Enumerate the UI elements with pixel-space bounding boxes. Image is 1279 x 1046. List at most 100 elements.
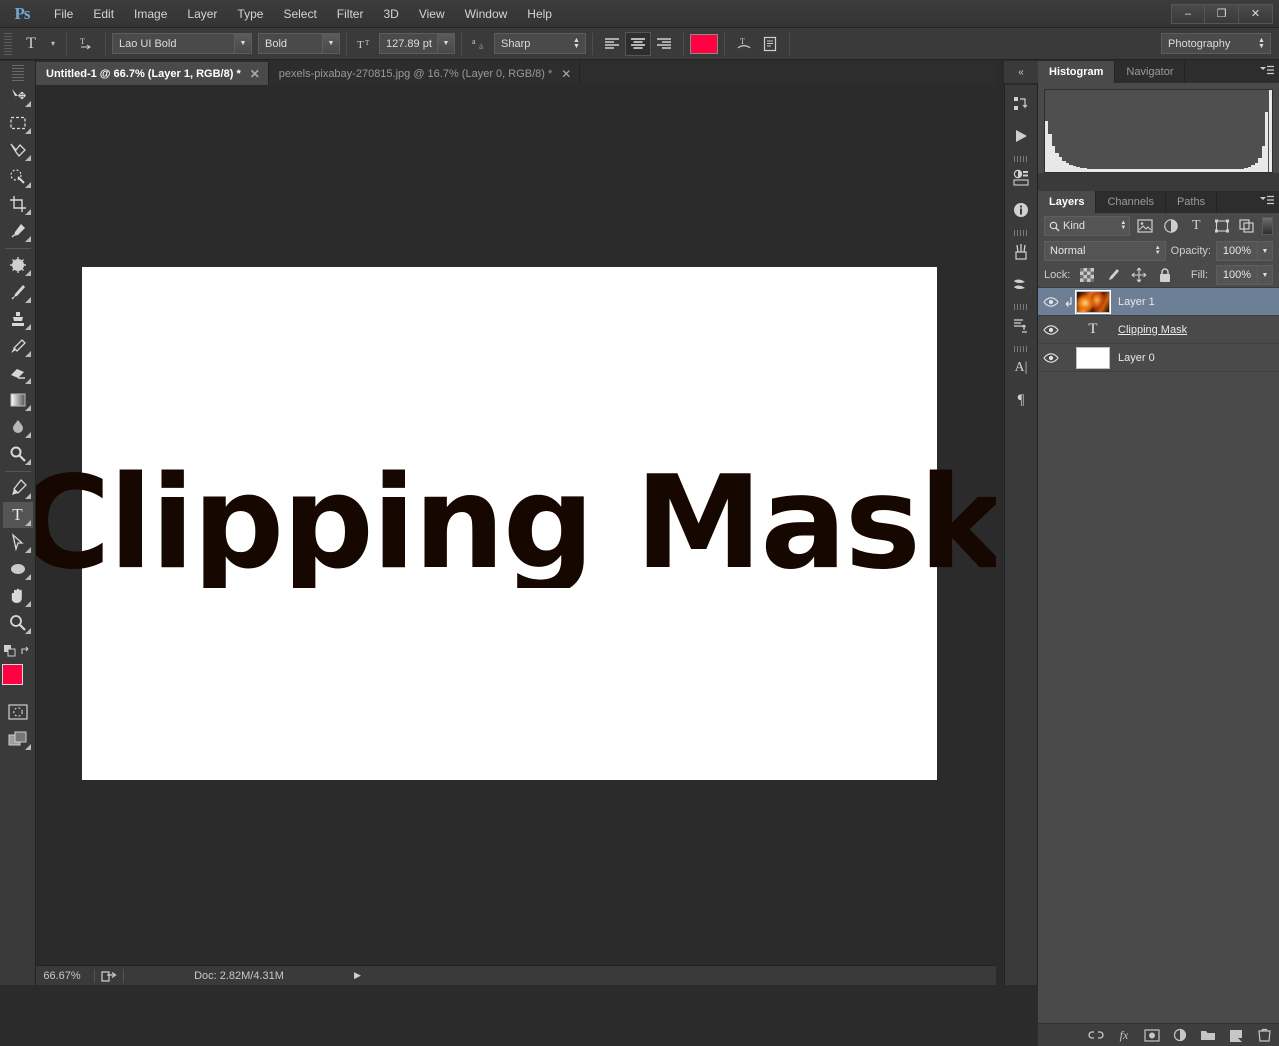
- move-tool[interactable]: [3, 83, 33, 109]
- clone-stamp-tool[interactable]: [3, 306, 33, 332]
- tool-flyout-icon[interactable]: [24, 297, 31, 303]
- tool-flyout-icon[interactable]: [24, 459, 31, 465]
- font-style-select[interactable]: Bold ▼: [258, 33, 340, 54]
- layer-filter-toggle[interactable]: [1262, 217, 1274, 235]
- blend-mode-spinner-icon[interactable]: ▲ ▼: [1155, 245, 1161, 256]
- table-row[interactable]: T Clipping Mask: [1038, 316, 1279, 344]
- text-orientation-icon[interactable]: T: [73, 32, 99, 56]
- layer-visibility-icon[interactable]: [1038, 324, 1064, 336]
- tool-flyout-icon[interactable]: [24, 547, 31, 553]
- blur-tool[interactable]: [3, 414, 33, 440]
- layer-filter-spinner-icon[interactable]: ▲ ▼: [1120, 220, 1126, 231]
- text-color-swatch[interactable]: [690, 33, 718, 54]
- table-row[interactable]: Layer 1: [1038, 288, 1279, 316]
- tool-flyout-icon[interactable]: [24, 405, 31, 411]
- horizontal-type-tool[interactable]: T: [2, 502, 33, 528]
- layers-panel-menu-icon[interactable]: [1260, 195, 1274, 206]
- align-left-button[interactable]: [599, 32, 625, 56]
- panel-collapse-button[interactable]: «: [1004, 61, 1038, 83]
- tool-flyout-icon[interactable]: [24, 155, 31, 161]
- layer-thumbnail[interactable]: [1076, 346, 1110, 369]
- tools-panel-grip[interactable]: [11, 65, 24, 81]
- layer-visibility-icon[interactable]: [1038, 296, 1064, 308]
- layer-style-icon[interactable]: fx: [1115, 1026, 1133, 1044]
- align-center-button[interactable]: [625, 31, 651, 56]
- menu-edit[interactable]: Edit: [83, 0, 124, 28]
- tab-paths[interactable]: Paths: [1165, 191, 1218, 213]
- tab-layers[interactable]: Layers: [1038, 191, 1097, 213]
- tool-flyout-icon[interactable]: [24, 236, 31, 242]
- blend-mode-select[interactable]: Normal ▲ ▼: [1044, 241, 1166, 261]
- layer-filter-kind-select[interactable]: Kind ▲ ▼: [1044, 216, 1131, 236]
- tool-flyout-icon[interactable]: [24, 209, 31, 215]
- layer-mask-icon[interactable]: [1143, 1026, 1161, 1044]
- pixel-filter-icon[interactable]: [1134, 216, 1156, 236]
- link-layers-icon[interactable]: [1087, 1026, 1105, 1044]
- layer-thumbnail-type-icon[interactable]: T: [1076, 319, 1110, 341]
- brush-presets-icon[interactable]: [1006, 269, 1036, 299]
- quick-mask-button[interactable]: [3, 699, 33, 725]
- font-size-chevron-down-icon[interactable]: ▼: [437, 34, 454, 53]
- lasso-tool[interactable]: [3, 137, 33, 163]
- character-icon[interactable]: A|: [1006, 353, 1036, 383]
- brush-icon[interactable]: [1006, 237, 1036, 267]
- tool-flyout-icon[interactable]: [24, 324, 31, 330]
- menu-window[interactable]: Window: [455, 0, 518, 28]
- close-icon[interactable]: ✕: [250, 67, 260, 81]
- tool-flyout-icon[interactable]: [24, 182, 31, 188]
- rectangular-marquee-tool[interactable]: [3, 110, 33, 136]
- document-tab-untitled-1[interactable]: Untitled-1 @ 66.7% (Layer 1, RGB/8) * ✕: [36, 62, 269, 85]
- tab-histogram[interactable]: Histogram: [1038, 61, 1116, 83]
- swap-colors-icon[interactable]: [20, 645, 32, 657]
- dodge-tool[interactable]: [3, 441, 33, 467]
- menu-3d[interactable]: 3D: [373, 0, 408, 28]
- foreground-color-swatch[interactable]: [1, 664, 23, 685]
- lock-all-icon[interactable]: [1156, 266, 1174, 284]
- adjustments-icon[interactable]: [1006, 163, 1036, 193]
- lock-transparent-pixels-icon[interactable]: [1078, 266, 1096, 284]
- paragraph-icon[interactable]: ¶: [1006, 385, 1036, 415]
- new-group-icon[interactable]: [1199, 1026, 1217, 1044]
- tool-flyout-icon[interactable]: [24, 601, 31, 607]
- menu-file[interactable]: File: [44, 0, 83, 28]
- tool-flyout-icon[interactable]: [24, 128, 31, 134]
- tool-flyout-icon[interactable]: [24, 351, 31, 357]
- fill-chevron-down-icon[interactable]: ▼: [1258, 265, 1273, 285]
- font-size-input[interactable]: 127.89 pt ▼: [379, 33, 455, 54]
- warp-text-icon[interactable]: T: [731, 32, 757, 56]
- menu-layer[interactable]: Layer: [177, 0, 227, 28]
- path-selection-tool[interactable]: [3, 529, 33, 555]
- info-icon[interactable]: [1006, 195, 1036, 225]
- font-style-chevron-down-icon[interactable]: ▼: [322, 34, 339, 53]
- menu-select[interactable]: Select: [273, 0, 326, 28]
- menu-filter[interactable]: Filter: [327, 0, 374, 28]
- eraser-tool[interactable]: [3, 360, 33, 386]
- spot-healing-brush-tool[interactable]: [3, 252, 33, 278]
- tool-flyout-icon[interactable]: [24, 101, 31, 107]
- layer-name[interactable]: Clipping Mask: [1118, 324, 1187, 336]
- layer-thumbnail[interactable]: [1075, 289, 1111, 314]
- delete-layer-icon[interactable]: [1255, 1026, 1273, 1044]
- smart-object-filter-icon[interactable]: [1237, 216, 1259, 236]
- tool-flyout-icon[interactable]: [24, 270, 31, 276]
- crop-tool[interactable]: [3, 191, 33, 217]
- status-menu-arrow-icon[interactable]: ▶: [354, 970, 361, 981]
- opacity-input[interactable]: 100%: [1216, 241, 1258, 261]
- zoom-level-input[interactable]: 66.67%: [36, 970, 88, 982]
- align-right-button[interactable]: [651, 32, 677, 56]
- new-layer-icon[interactable]: [1227, 1026, 1245, 1044]
- history-brush-tool[interactable]: [3, 333, 33, 359]
- artboard[interactable]: Clipping Mask: [36, 267, 996, 780]
- layer-name[interactable]: Layer 0: [1118, 352, 1155, 364]
- zoom-tool[interactable]: [3, 610, 33, 636]
- menu-help[interactable]: Help: [517, 0, 562, 28]
- hand-tool[interactable]: [3, 583, 33, 609]
- anti-aliasing-select[interactable]: Sharp ▲ ▼: [494, 33, 586, 54]
- ellipse-tool[interactable]: [3, 556, 33, 582]
- tab-channels[interactable]: Channels: [1096, 191, 1166, 213]
- histogram-panel-menu-icon[interactable]: [1260, 65, 1274, 76]
- tool-flyout-icon[interactable]: [24, 493, 31, 499]
- brush-tool[interactable]: [3, 279, 33, 305]
- tab-navigator[interactable]: Navigator: [1115, 61, 1186, 83]
- character-paragraph-panels-icon[interactable]: [757, 32, 783, 56]
